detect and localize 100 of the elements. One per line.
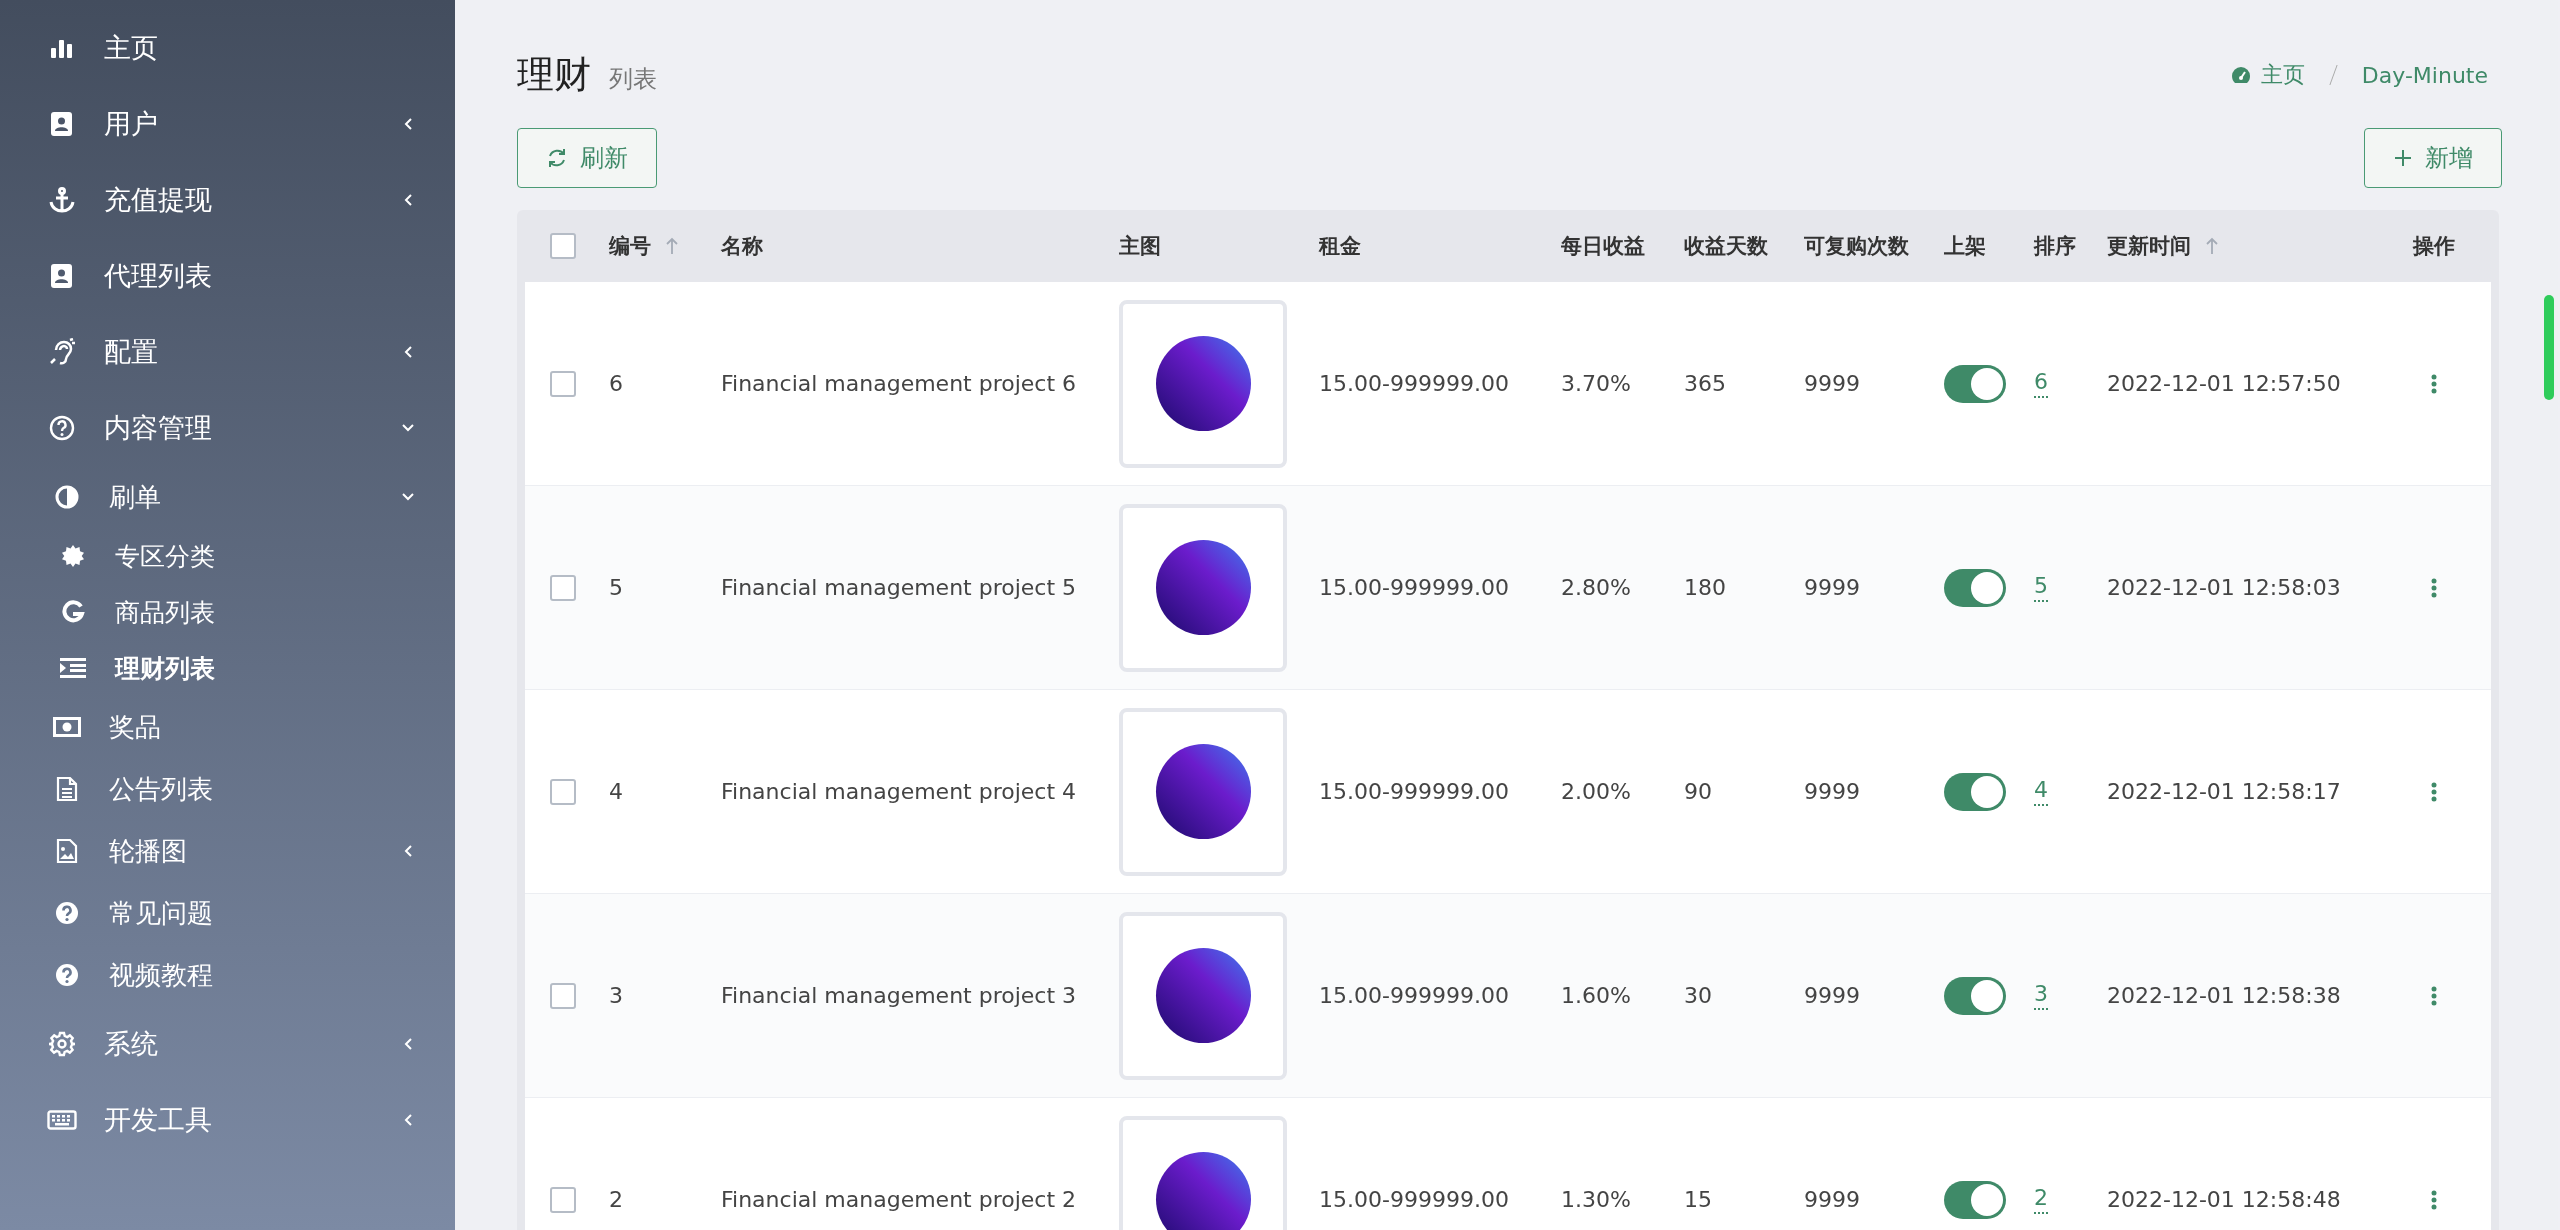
page-subtitle: 列表 [609,64,657,95]
column-header: 主图 [1119,233,1161,260]
table-cell: 15.00-999999.00 [1319,1187,1509,1212]
table-cell: 6 [609,371,623,396]
table-cell: Financial management project 4 [721,779,1077,804]
sidebar-item[interactable]: 理财列表 [0,640,455,696]
table-cell: 3.70% [1561,371,1631,396]
question-circle-icon [47,415,77,441]
banknote-icon [52,717,82,737]
dashboard-icon [2230,66,2251,84]
column-header[interactable]: 更新时间 [2107,232,2219,260]
sort-arrow-icon [665,237,679,255]
settings-icon [47,1031,77,1057]
table-cell: 180 [1684,575,1726,600]
row-checkbox[interactable] [550,1186,576,1213]
select-all-checkbox[interactable] [550,233,576,259]
sort-value-link[interactable]: 2 [2034,1185,2048,1214]
table-cell: 30 [1684,983,1712,1008]
table-cell: 1.30% [1561,1187,1631,1212]
toggle-switch[interactable] [1944,1180,2006,1219]
page-title: 理财 [517,52,591,98]
toggle-switch[interactable] [1944,772,2006,811]
table-cell: 9999 [1804,1187,1860,1212]
column-header: 可复购次数 [1804,233,1909,260]
keyboard-icon [47,1110,77,1130]
breadcrumb-current: Day-Minute [2361,62,2488,88]
table-cell: 9999 [1804,779,1860,804]
table-cell: 90 [1684,779,1712,804]
refresh-icon [546,147,568,169]
toggle-switch[interactable] [1944,364,2006,403]
indent-icon [58,657,88,679]
sidebar-item[interactable]: 用户 [0,86,455,162]
column-header: 名称 [721,233,763,260]
table-cell: 2022-12-01 12:58:38 [2107,983,2341,1008]
table-cell: 1.60% [1561,983,1631,1008]
plus-icon [2393,148,2413,168]
table-cell: Financial management project 5 [721,575,1077,600]
sidebar-item[interactable]: 专区分类 [0,528,455,584]
table-cell: 9999 [1804,371,1860,396]
table-cell: 2.00% [1561,779,1631,804]
table-cell: 5 [609,575,623,600]
table-cell: 2022-12-01 12:58:17 [2107,779,2341,804]
table-cell: 2022-12-01 12:58:48 [2107,1187,2341,1212]
anchor-icon [47,187,77,213]
column-header: 收益天数 [1684,233,1768,260]
row-checkbox[interactable] [550,574,576,601]
sidebar-item[interactable]: 刷单 [0,466,455,528]
table-cell: 9999 [1804,575,1860,600]
sidebar-item[interactable]: 内容管理 [0,390,455,466]
sidebar-item[interactable]: 公告列表 [0,758,455,820]
refresh-button[interactable]: 刷新 [517,128,657,188]
sidebar-item[interactable]: 主页 [0,10,455,86]
sidebar-item[interactable]: 视频教程 [0,944,455,1006]
sidebar-item[interactable]: 系统 [0,1006,455,1082]
more-options-icon[interactable] [2430,984,2438,1007]
table-cell: 15.00-999999.00 [1319,983,1509,1008]
table-cell: Financial management project 6 [721,371,1077,396]
row-checkbox[interactable] [550,982,576,1009]
breadcrumb-link[interactable]: 主页 [2260,60,2305,90]
more-options-icon[interactable] [2430,780,2438,803]
sidebar-item[interactable]: 配置 [0,314,455,390]
more-options-icon[interactable] [2430,576,2438,599]
table-cell: 2022-12-01 12:58:03 [2107,575,2341,600]
row-checkbox[interactable] [550,370,576,397]
table-cell: 2022-12-01 12:57:50 [2107,371,2341,396]
column-header: 每日收益 [1561,233,1645,260]
add-button[interactable]: 新增 [2364,128,2502,188]
table-cell: Financial management project 3 [721,983,1077,1008]
more-options-icon[interactable] [2430,372,2438,395]
column-header: 操作 [2413,233,2455,260]
sort-value-link[interactable]: 3 [2034,981,2048,1010]
table-cell: 15.00-999999.00 [1319,575,1509,600]
table-cell: 365 [1684,371,1726,396]
table-cell: Financial management project 2 [721,1187,1077,1212]
sort-value-link[interactable]: 6 [2034,369,2048,398]
column-header: 排序 [2034,233,2076,260]
sidebar-item[interactable]: 开发工具 [0,1082,455,1158]
table-cell: 15.00-999999.00 [1319,371,1509,396]
table-cell: 2 [609,1187,623,1212]
scrollbar-thumb[interactable] [2544,295,2554,400]
table-cell: 9999 [1804,983,1860,1008]
toggle-switch[interactable] [1944,568,2006,607]
column-header: 租金 [1319,233,1361,260]
sidebar-item[interactable]: 商品列表 [0,584,455,640]
toggle-switch[interactable] [1944,976,2006,1015]
sidebar-item[interactable]: 奖品 [0,696,455,758]
sidebar-item[interactable]: 轮播图 [0,820,455,882]
sort-value-link[interactable]: 5 [2034,573,2048,602]
sidebar-item[interactable]: 常见问题 [0,882,455,944]
column-header[interactable]: 编号 [609,232,679,260]
table-cell: 3 [609,983,623,1008]
more-options-icon[interactable] [2430,1188,2438,1211]
sidebar-item[interactable]: 充值提现 [0,162,455,238]
sort-arrow-icon [2205,237,2219,255]
column-header: 上架 [1944,233,1986,260]
row-checkbox[interactable] [550,778,576,805]
sort-value-link[interactable]: 4 [2034,777,2048,806]
table-cell: 2.80% [1561,575,1631,600]
table-cell: 4 [609,779,623,804]
sidebar-item[interactable]: 代理列表 [0,238,455,314]
